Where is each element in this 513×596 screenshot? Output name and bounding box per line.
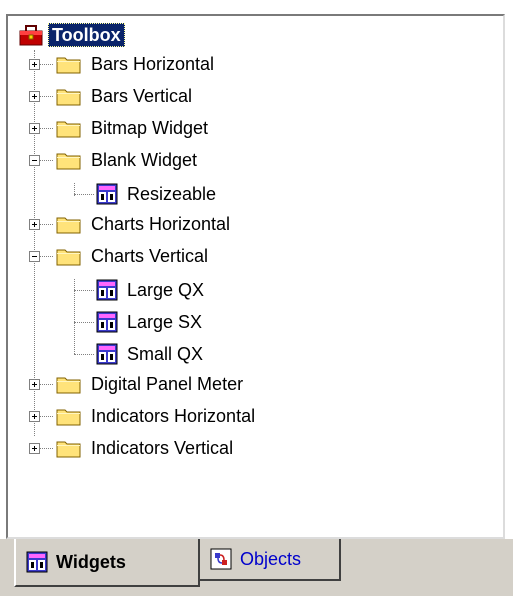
tree-connector bbox=[74, 194, 94, 195]
tree-connector bbox=[39, 384, 53, 385]
tree-item-label: Indicators Horizontal bbox=[91, 406, 256, 426]
tree-item-label: Digital Panel Meter bbox=[91, 374, 244, 394]
tree-connector bbox=[39, 448, 53, 449]
folder-icon bbox=[56, 57, 81, 74]
tree-item-label: Indicators Vertical bbox=[91, 438, 234, 458]
toolbox-tree: Toolbox Bars Horizontal Bars Vertical Bi… bbox=[8, 16, 503, 537]
tree-item-bars-vertical[interactable]: Bars Vertical bbox=[56, 80, 195, 112]
tree-item-label: Small QX bbox=[127, 344, 204, 364]
collapse-toggle[interactable] bbox=[29, 251, 40, 262]
expand-toggle[interactable] bbox=[29, 219, 40, 230]
tree-item-large-qx[interactable]: Large QX bbox=[96, 274, 207, 306]
tree-item-charts-horizontal[interactable]: Charts Horizontal bbox=[56, 208, 233, 240]
tree-item-label: Blank Widget bbox=[91, 150, 198, 170]
tree-connector bbox=[39, 64, 53, 65]
tree-item-label: Large QX bbox=[127, 280, 205, 300]
tree-item-label: Large SX bbox=[127, 312, 203, 332]
folder-icon bbox=[56, 377, 81, 394]
tree-connector bbox=[39, 416, 53, 417]
tab-widgets-label: Widgets bbox=[56, 551, 126, 572]
expand-toggle[interactable] bbox=[29, 59, 40, 70]
tree-item-label: Resizeable bbox=[127, 184, 217, 204]
folder-icon bbox=[56, 121, 81, 138]
folder-icon bbox=[56, 89, 81, 106]
tree-connector bbox=[74, 354, 94, 355]
tree-item-label: Bars Vertical bbox=[91, 86, 193, 106]
folder-icon bbox=[56, 409, 81, 426]
folder-icon bbox=[56, 217, 81, 234]
tree-item-indicators-vertical[interactable]: Indicators Vertical bbox=[56, 432, 236, 464]
tree-connector bbox=[74, 290, 94, 291]
tab-strip: Widgets Objects bbox=[0, 539, 513, 596]
toolbox-icon bbox=[19, 25, 43, 46]
widgets-icon bbox=[26, 551, 48, 573]
tab-objects[interactable]: Objects bbox=[200, 539, 341, 581]
expand-toggle[interactable] bbox=[29, 379, 40, 390]
tree-item-small-qx[interactable]: Small QX bbox=[96, 338, 206, 370]
widget-icon bbox=[96, 279, 118, 301]
toolbox-panel: Toolbox Bars Horizontal Bars Vertical Bi… bbox=[6, 14, 505, 539]
tree-item-label: Charts Horizontal bbox=[91, 214, 231, 234]
tree-connector bbox=[39, 160, 53, 161]
tree-item-charts-vertical[interactable]: Charts Vertical bbox=[56, 240, 211, 272]
expand-toggle[interactable] bbox=[29, 443, 40, 454]
tree-connector bbox=[39, 96, 53, 97]
tree-item-indicators-horizontal[interactable]: Indicators Horizontal bbox=[56, 400, 258, 432]
widget-icon bbox=[96, 311, 118, 333]
expand-toggle[interactable] bbox=[29, 411, 40, 422]
tree-root-label: Toolbox bbox=[48, 23, 125, 47]
tree-connector bbox=[39, 256, 53, 257]
tab-widgets[interactable]: Widgets bbox=[14, 539, 200, 587]
tree-connector bbox=[39, 128, 53, 129]
tree-item-bitmap-widget[interactable]: Bitmap Widget bbox=[56, 112, 211, 144]
widget-icon bbox=[96, 183, 118, 205]
tree-item-bars-horizontal[interactable]: Bars Horizontal bbox=[56, 48, 217, 80]
tab-objects-label: Objects bbox=[240, 548, 302, 569]
tree-item-large-sx[interactable]: Large SX bbox=[96, 306, 205, 338]
expand-toggle[interactable] bbox=[29, 91, 40, 102]
tree-item-label: Bars Horizontal bbox=[91, 54, 215, 74]
widget-icon bbox=[96, 343, 118, 365]
tree-connector bbox=[39, 224, 53, 225]
tree-item-label: Bitmap Widget bbox=[91, 118, 209, 138]
tree-item-label: Charts Vertical bbox=[91, 246, 209, 266]
tree-item-resizeable[interactable]: Resizeable bbox=[96, 178, 219, 210]
tree-item-blank-widget[interactable]: Blank Widget bbox=[56, 144, 200, 176]
objects-icon bbox=[210, 548, 232, 570]
expand-toggle[interactable] bbox=[29, 123, 40, 134]
tree-connector bbox=[74, 322, 94, 323]
tree-item-digital-panel-meter[interactable]: Digital Panel Meter bbox=[56, 368, 246, 400]
collapse-toggle[interactable] bbox=[29, 155, 40, 166]
tree-root-toolbox[interactable]: Toolbox bbox=[18, 19, 125, 51]
folder-icon bbox=[56, 249, 81, 266]
folder-icon bbox=[56, 153, 81, 170]
folder-icon bbox=[56, 441, 81, 458]
